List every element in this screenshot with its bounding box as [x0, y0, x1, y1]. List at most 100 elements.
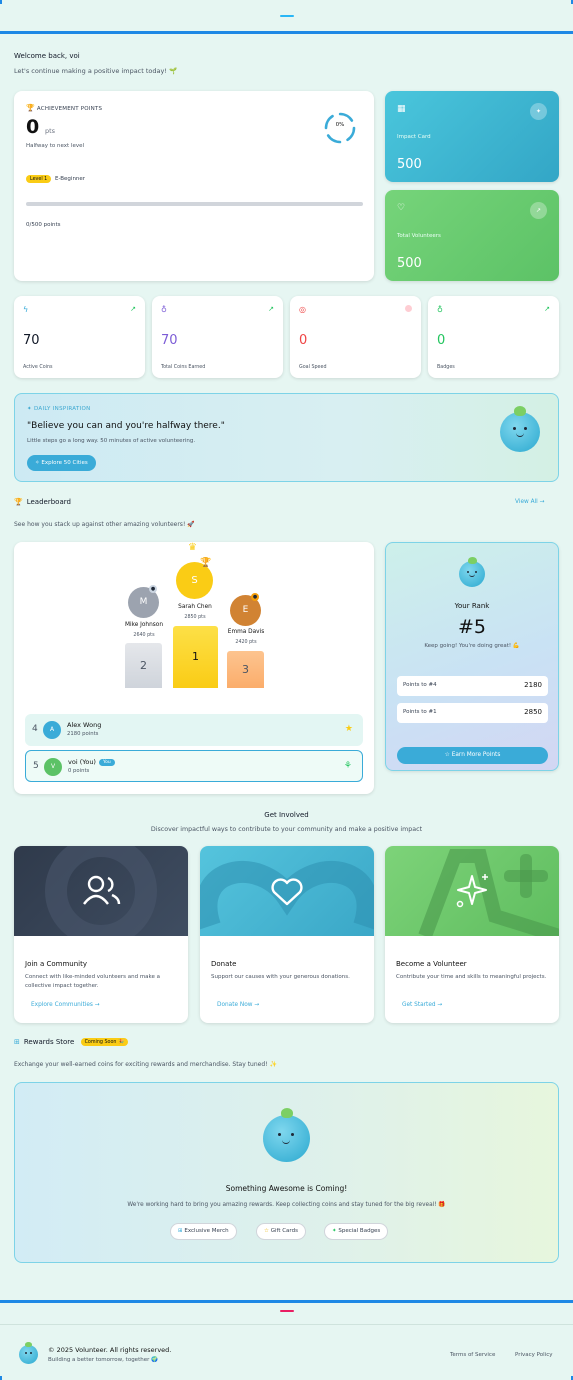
status-dot-icon — [405, 305, 412, 314]
stat-card-badges[interactable]: ♁ ↗ 0 Badges — [428, 296, 559, 378]
mascot-logo-icon — [19, 1342, 38, 1364]
welcome-title: Welcome back, voi — [14, 52, 80, 60]
star-icon: ★ — [344, 724, 353, 734]
stat-value: 0 — [299, 333, 308, 348]
your-rank-card: Your Rank #5 Keep going! You're doing gr… — [385, 542, 559, 771]
welcome-subtitle: Let's continue making a positive impact … — [14, 67, 178, 75]
trophy-icon: 🏆 — [14, 498, 23, 506]
impact-card-value: 500 — [397, 157, 422, 172]
your-rank-title: Your Rank — [454, 602, 490, 610]
stat-card-goal-speed[interactable]: ◎ 0 Goal Speed — [290, 296, 421, 378]
points-to-4: Points to #4 2180 — [397, 676, 548, 696]
achievement-value: 0 — [26, 116, 40, 138]
leaderboard-title: 🏆 Leaderboard — [14, 498, 71, 506]
top-header — [0, 0, 573, 34]
podium-name: Emma Davis — [227, 629, 265, 635]
join-community-card[interactable]: Join a Community Connect with like-minde… — [14, 846, 188, 1023]
podium-name: Mike Johnson — [124, 622, 164, 628]
impact-card-label: Impact Card — [397, 134, 431, 140]
card-description: Contribute your time and skills to meani… — [396, 974, 547, 980]
view-all-link[interactable]: View All → — [515, 499, 545, 505]
podium-points: 2420 pts — [235, 640, 257, 645]
stat-label: Total Coins Earned — [161, 365, 206, 370]
rewards-subtitle: Exchange your well-earned coins for exci… — [14, 1061, 277, 1068]
gift-icon: ⊞ — [14, 1038, 20, 1046]
corner-mark — [0, 1376, 2, 1380]
explore-cities-button[interactable]: ✧ Explore 50 Cities — [27, 455, 96, 471]
medal-icon: ♁ — [161, 305, 167, 314]
stat-value: 0 — [437, 333, 446, 348]
calendar-icon: ▦ — [397, 104, 406, 114]
podium-name: Sarah Chen — [178, 604, 212, 610]
bolt-icon: ϟ — [23, 305, 29, 314]
get-involved-subtitle: Discover impactful ways to contribute to… — [150, 826, 423, 833]
coming-soon-badge: Coming Soon 🎉 — [80, 1038, 128, 1046]
heart-icon: ♡ — [397, 203, 406, 213]
rewards-heading: Something Awesome is Coming! — [225, 1184, 348, 1193]
rewards-text: We're working hard to bring you amazing … — [127, 1202, 446, 1208]
footer-copyright: © 2025 Volunteer. All rights reserved. — [48, 1346, 172, 1354]
get-started-link[interactable]: Get Started → — [402, 1002, 442, 1008]
sparkle-icon: ✦ — [27, 406, 34, 412]
footer-divider — [0, 1324, 573, 1325]
leaderboard-row-you[interactable]: 5 V voi (You) You 0 points ⚘ — [25, 750, 363, 782]
stat-label: Badges — [437, 365, 455, 370]
sparkle-icon: ✦ — [530, 103, 547, 120]
stat-value: 70 — [161, 333, 178, 348]
chip-exclusive-merch[interactable]: ⊞ Exclusive Merch — [170, 1223, 237, 1240]
target-icon: ◎ — [299, 305, 306, 314]
donate-card[interactable]: Donate Support our causes with your gene… — [200, 846, 374, 1023]
earn-more-points-button[interactable]: ☆ Earn More Points — [397, 747, 548, 764]
donate-now-link[interactable]: Donate Now → — [217, 1002, 259, 1008]
inspiration-subtext: Little steps go a long way. 50 minutes o… — [27, 438, 196, 444]
sprout-icon: ⚘ — [343, 761, 352, 771]
mascot-icon — [263, 1108, 310, 1162]
volunteers-card[interactable]: ♡ ↗ Total Volunteers 500 — [385, 190, 559, 281]
card-title: Join a Community — [25, 960, 87, 968]
achievement-label: 🏆 ACHIEVEMENT POINTS — [26, 104, 103, 112]
card-title: Donate — [211, 960, 237, 968]
arrow-right-icon: → — [252, 1002, 260, 1008]
trend-icon: ↗ — [544, 305, 550, 313]
you-badge: You — [98, 758, 115, 766]
achievement-unit: pts — [45, 127, 56, 135]
rewards-title: ⊞ Rewards Store Coming Soon 🎉 — [14, 1038, 128, 1046]
progress-bar — [26, 202, 363, 206]
podium-rank: 2 — [125, 643, 162, 688]
star-icon: ☆ — [444, 752, 452, 758]
stat-card-active-coins[interactable]: ϟ ↗ 70 Active Coins — [14, 296, 145, 378]
row-points: 0 points — [68, 768, 90, 774]
stat-card-total-coins[interactable]: ♁ ↗ 70 Total Coins Earned — [152, 296, 283, 378]
leaderboard-card: ♛ M ● Mike Johnson 2640 pts 2 S 🏆 Sarah … — [14, 542, 374, 794]
mascot-icon — [500, 406, 540, 452]
crown-icon: ♛ — [188, 542, 197, 553]
privacy-link[interactable]: Privacy Policy — [515, 1352, 552, 1358]
arrow-right-icon: → — [92, 1002, 100, 1008]
become-volunteer-card[interactable]: Become a Volunteer Contribute your time … — [385, 846, 559, 1023]
community-banner — [14, 846, 188, 936]
chip-gift-cards[interactable]: ☆ Gift Cards — [256, 1223, 306, 1240]
volunteer-banner — [385, 846, 559, 936]
volunteers-card-label: Total Volunteers — [397, 233, 441, 239]
card-description: Connect with like-minded volunteers and … — [25, 974, 161, 989]
terms-link[interactable]: Terms of Service — [450, 1352, 495, 1358]
leaderboard-row[interactable]: 4 A Alex Wong 2180 points ★ — [25, 714, 363, 746]
progress-ring-text: 0% — [335, 122, 345, 128]
header-indicator — [280, 15, 294, 17]
leaderboard-subtitle: See how you stack up against other amazi… — [14, 521, 195, 528]
get-involved-title: Get Involved — [264, 811, 309, 819]
avatar: V — [44, 758, 62, 776]
footer-tagline: Building a better tomorrow, together 🌍 — [48, 1357, 158, 1363]
level-name: E-Beginner — [55, 176, 86, 182]
impact-card[interactable]: ▦ ✦ Impact Card 500 — [385, 91, 559, 182]
chip-special-badges[interactable]: ✦ Special Badges — [324, 1223, 389, 1240]
points-to-4-label: Points to #4 — [403, 682, 437, 688]
podium-points: 2850 pts — [184, 615, 206, 620]
explore-communities-link[interactable]: Explore Communities → — [31, 1002, 100, 1008]
avatar: A — [43, 721, 61, 739]
trend-icon: ↗ — [130, 305, 136, 313]
points-to-1: Points to #1 2850 — [397, 703, 548, 723]
corner-mark — [0, 0, 2, 4]
stat-label: Goal Speed — [299, 365, 327, 370]
medal-icon: ● — [149, 585, 157, 593]
